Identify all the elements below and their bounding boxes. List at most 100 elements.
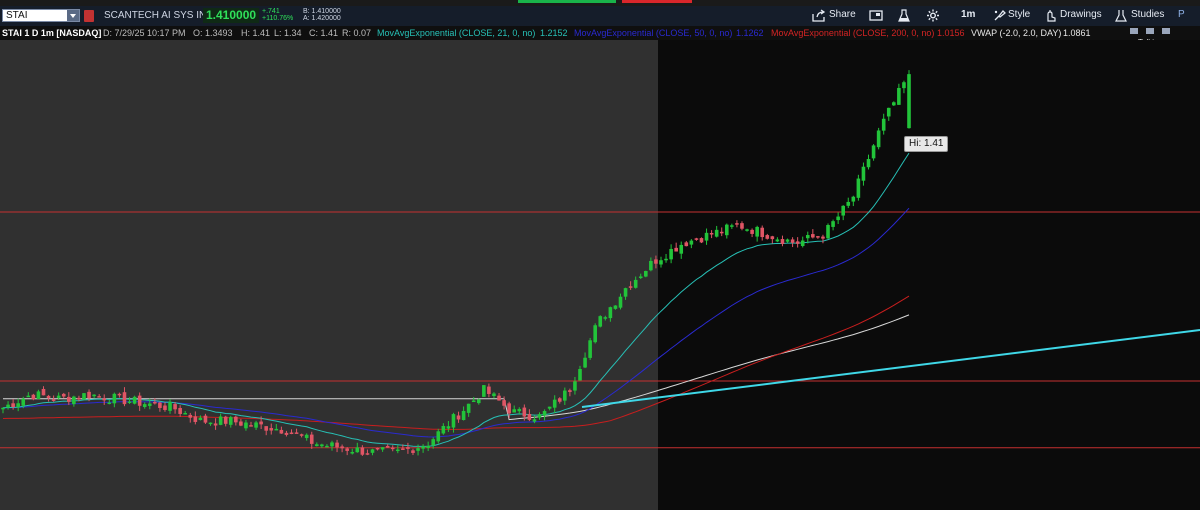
candle-body	[122, 392, 127, 405]
candle-body	[487, 386, 491, 394]
candle-body	[542, 411, 547, 416]
ema200-label[interactable]: MovAvgExponential (CLOSE, 200, 0, no)	[771, 26, 934, 40]
ema50-label[interactable]: MovAvgExponential (CLOSE, 50, 0, no)	[574, 26, 732, 40]
candle-body	[502, 400, 506, 406]
candle-body	[158, 402, 162, 408]
candle-body	[375, 447, 380, 450]
candle-body	[603, 317, 608, 319]
talk-minimize-icon[interactable]	[1130, 28, 1138, 34]
talk-menu-icon[interactable]	[1162, 28, 1170, 34]
candle-body	[223, 416, 228, 424]
candle-body	[568, 390, 572, 392]
p-button[interactable]: P	[1178, 9, 1185, 20]
info-close: C: 1.41	[309, 28, 339, 38]
candle-body	[851, 196, 856, 202]
candle-body	[552, 399, 557, 408]
link-icon[interactable]	[84, 10, 94, 22]
candle-body	[897, 87, 901, 105]
ema21-value: 1.2152	[540, 28, 568, 38]
candle-body	[228, 417, 233, 425]
candle-body	[208, 422, 213, 425]
candle-body	[345, 448, 349, 451]
candle-body	[719, 231, 724, 234]
candle-body	[137, 395, 142, 406]
candle-body	[380, 447, 385, 450]
candle-body	[836, 216, 840, 221]
candle-body	[218, 416, 223, 425]
candle-body	[593, 325, 597, 343]
candle-body	[856, 178, 861, 198]
candle-body	[97, 396, 101, 398]
candle-body	[112, 393, 117, 404]
candle-body	[56, 395, 61, 398]
beaker-icon[interactable]	[897, 9, 911, 22]
candle-body	[623, 288, 628, 297]
ask: A: 1.420000	[303, 15, 341, 22]
candle-body	[330, 442, 334, 447]
talk-layout-icon[interactable]	[1146, 28, 1154, 34]
candle-body	[239, 421, 243, 426]
candle-body	[821, 236, 825, 239]
candle-body	[664, 258, 668, 261]
ema21-label[interactable]: MovAvgExponential (CLOSE, 21, 0, no)	[377, 26, 535, 40]
share-icon[interactable]	[812, 9, 826, 22]
candle-body	[72, 396, 76, 405]
timeframe-button[interactable]: 1m	[961, 9, 975, 20]
candle-body	[11, 403, 15, 408]
candle-body	[441, 425, 446, 434]
snapshot-icon[interactable]	[869, 9, 883, 22]
candle-body	[16, 403, 20, 408]
candle-body	[846, 201, 851, 206]
candle-body	[659, 260, 663, 265]
candle-body	[41, 388, 46, 396]
market-red-bar	[622, 0, 692, 3]
candle-body	[476, 399, 481, 404]
change-abs: +.741	[262, 8, 280, 15]
candle-body	[249, 425, 253, 427]
candle-body	[871, 145, 876, 159]
studies-icon[interactable]	[1114, 9, 1128, 22]
candle-body	[608, 307, 613, 319]
candle-body	[694, 238, 699, 240]
studies-button[interactable]: Studies	[1131, 9, 1164, 20]
candle-body	[132, 396, 137, 404]
candle-body	[861, 166, 866, 181]
candle-body	[790, 239, 795, 243]
vwap-label[interactable]: VWAP (-2.0, 2.0, DAY)	[971, 26, 1061, 40]
candle-body	[557, 398, 562, 402]
candle-body	[644, 271, 648, 277]
candle-body	[264, 426, 268, 431]
candle-body	[284, 432, 289, 435]
drawings-button[interactable]: Drawings	[1060, 9, 1102, 20]
toolbar: STAI SCANTECH AI SYS INC 1.410000 +.741 …	[0, 6, 1200, 27]
chevron-down-icon[interactable]	[67, 10, 79, 21]
candle-body	[127, 401, 132, 403]
ema50-value: 1.1262	[736, 28, 764, 38]
candle-body	[902, 82, 906, 89]
candle-body	[618, 296, 623, 308]
style-button[interactable]: Style	[1008, 9, 1030, 20]
drawings-icon[interactable]	[1043, 9, 1057, 22]
candle-body	[294, 432, 299, 434]
candle-body	[537, 414, 542, 418]
candle-body	[254, 422, 258, 428]
candle-body	[31, 394, 36, 400]
candle-body	[21, 398, 26, 406]
style-icon[interactable]	[993, 9, 1007, 22]
candle-body	[142, 404, 147, 407]
symbol-input[interactable]: STAI	[2, 9, 80, 22]
candle-body	[517, 408, 522, 412]
share-button[interactable]: Share	[829, 9, 856, 20]
candle-body	[188, 414, 193, 418]
candle-body	[689, 240, 694, 245]
candle-body	[704, 232, 709, 241]
candle-body	[193, 416, 198, 422]
candle-body	[244, 422, 248, 429]
vwap-value: 1.0861	[1063, 28, 1091, 38]
price-chart[interactable]	[0, 40, 1200, 510]
candle-body	[46, 395, 51, 399]
candle-body	[760, 227, 765, 238]
candle-body	[117, 393, 122, 396]
candle-body	[755, 226, 759, 237]
gear-icon[interactable]	[926, 9, 940, 22]
